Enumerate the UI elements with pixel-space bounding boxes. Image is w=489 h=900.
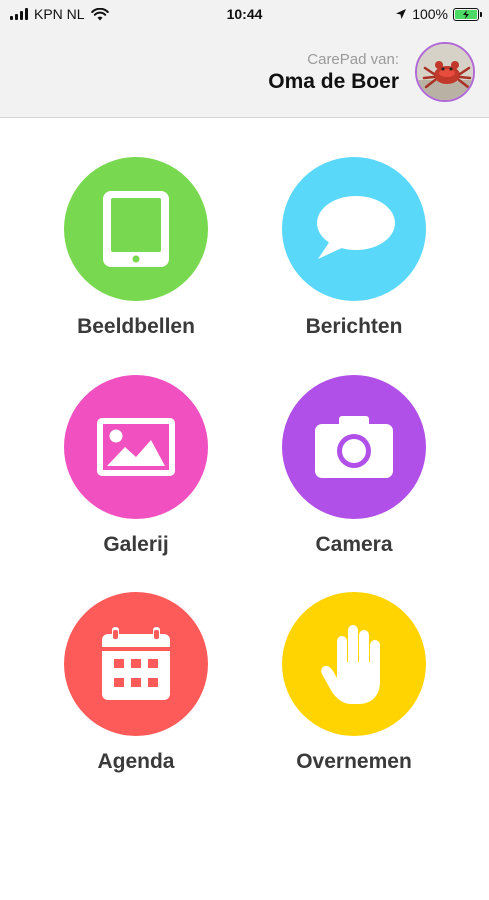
battery-percentage: 100% [412, 6, 448, 22]
tile-berichten[interactable]: Berichten [254, 157, 454, 367]
carepad-subtitle: CarePad van: [307, 51, 399, 68]
owner-name: Oma de Boer [268, 70, 399, 93]
header-bar: CarePad van: Oma de Boer [0, 30, 489, 118]
beeldbellen-circle[interactable] [64, 157, 208, 301]
avatar-crab-photo [417, 44, 473, 100]
avatar[interactable] [415, 42, 475, 102]
tablet-icon [103, 191, 169, 267]
tile-galerij[interactable]: Galerij [36, 375, 236, 585]
speech-bubble-icon [317, 196, 395, 259]
tile-label-beeldbellen: Beeldbellen [77, 315, 195, 338]
status-bar: KPN NL 10:44 100% [0, 0, 489, 30]
tile-label-galerij: Galerij [103, 533, 169, 556]
agenda-circle[interactable] [64, 592, 208, 736]
tile-label-camera: Camera [315, 533, 393, 556]
tile-camera[interactable]: Camera [254, 375, 454, 585]
tile-label-overnemen: Overnemen [296, 750, 412, 773]
tile-agenda[interactable]: Agenda [36, 592, 236, 802]
location-icon [396, 9, 407, 19]
camera-circle[interactable] [282, 375, 426, 519]
camera-icon [315, 416, 393, 478]
overnemen-circle[interactable] [282, 592, 426, 736]
status-right: 100% [395, 6, 482, 22]
tile-overnemen[interactable]: Overnemen [254, 592, 454, 802]
galerij-circle[interactable] [64, 375, 208, 519]
tile-label-berichten: Berichten [305, 315, 403, 338]
battery-icon [453, 7, 482, 21]
tile-beeldbellen[interactable]: Beeldbellen [36, 157, 236, 367]
calendar-icon [102, 627, 170, 700]
hand-icon [321, 625, 380, 704]
picture-icon [97, 418, 175, 476]
berichten-circle[interactable] [282, 157, 426, 301]
tile-label-agenda: Agenda [97, 750, 175, 773]
